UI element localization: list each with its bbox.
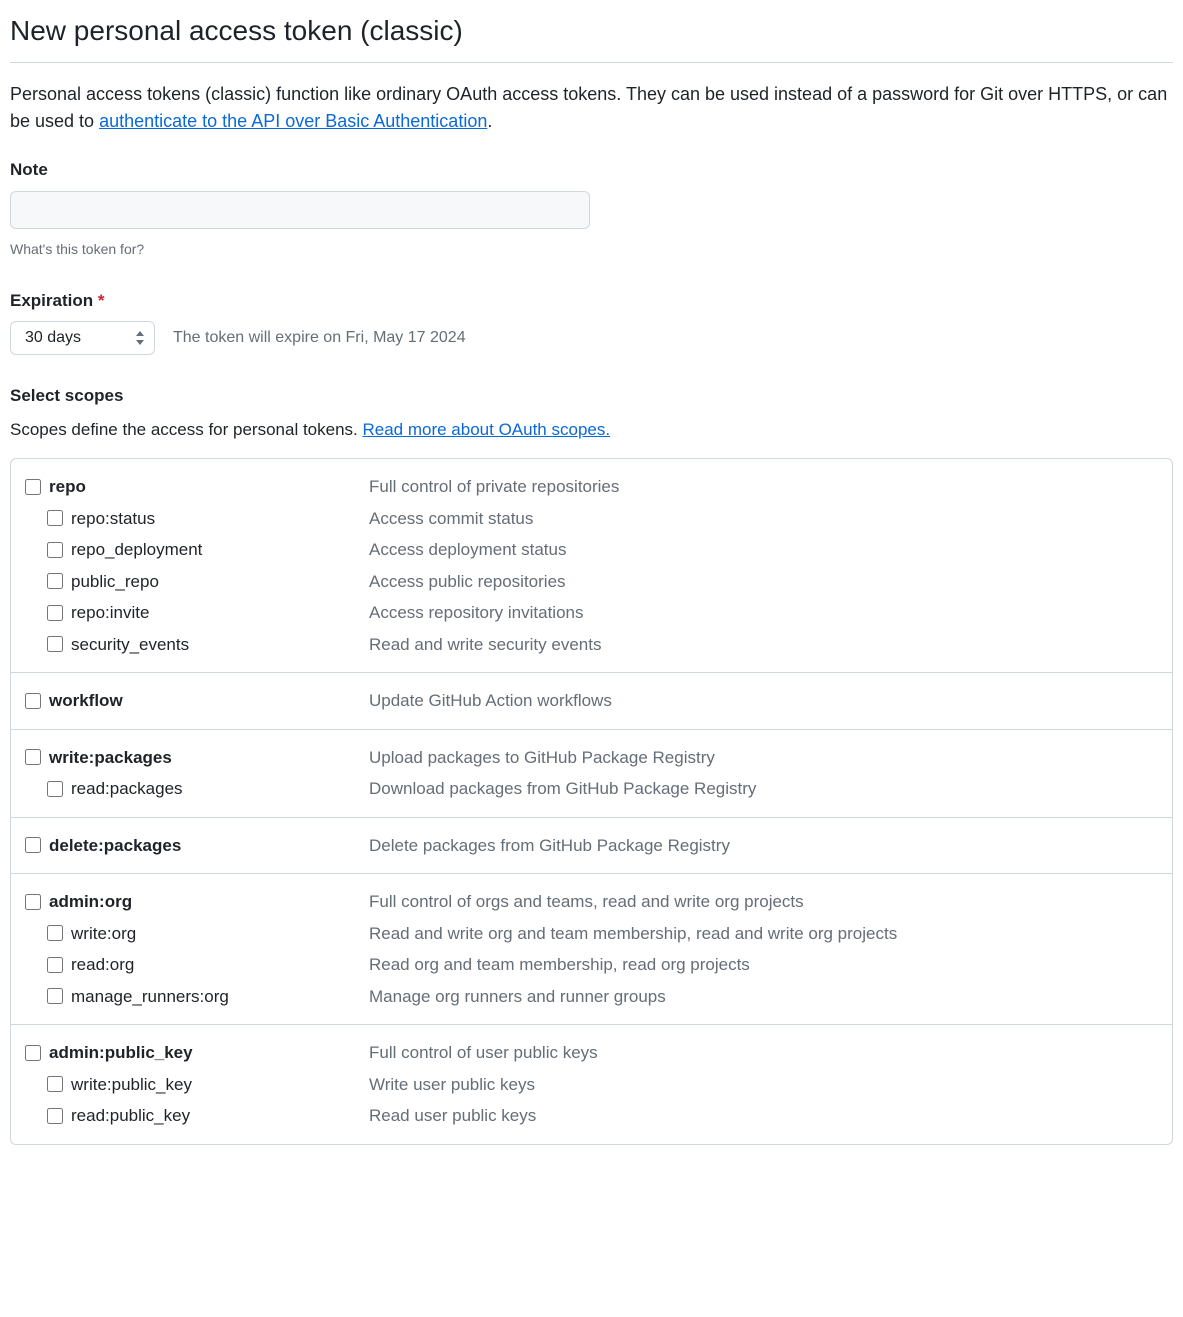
scopes-hint: Scopes define the access for personal to… bbox=[10, 417, 1173, 443]
scope-section: repoFull control of private repositories… bbox=[11, 459, 1172, 673]
scope-row-parent: delete:packagesDelete packages from GitH… bbox=[25, 830, 1158, 862]
scope-name: write:org bbox=[71, 921, 369, 947]
scope-name: public_repo bbox=[71, 569, 369, 595]
scope-desc: Access public repositories bbox=[369, 569, 1158, 595]
expiration-expiry-text: The token will expire on Fri, May 17 202… bbox=[173, 326, 466, 350]
scope-name: write:public_key bbox=[71, 1072, 369, 1098]
scope-name: admin:public_key bbox=[49, 1040, 369, 1066]
description-text-after: . bbox=[487, 111, 492, 131]
scope-name: read:public_key bbox=[71, 1103, 369, 1129]
scope-desc: Access commit status bbox=[369, 506, 1158, 532]
scope-checkbox[interactable] bbox=[47, 1108, 63, 1124]
scope-name: read:packages bbox=[71, 776, 369, 802]
scopes-hint-before: Scopes define the access for personal to… bbox=[10, 420, 362, 439]
scope-desc: Manage org runners and runner groups bbox=[369, 984, 1158, 1010]
scope-desc: Read user public keys bbox=[369, 1103, 1158, 1129]
scope-name: repo_deployment bbox=[71, 537, 369, 563]
scope-checkbox[interactable] bbox=[47, 510, 63, 526]
scope-desc: Read and write org and team membership, … bbox=[369, 921, 1158, 947]
scope-desc: Upload packages to GitHub Package Regist… bbox=[369, 745, 1158, 771]
scope-name: manage_runners:org bbox=[71, 984, 369, 1010]
scope-section: write:packagesUpload packages to GitHub … bbox=[11, 730, 1172, 818]
scope-checkbox[interactable] bbox=[47, 1076, 63, 1092]
scope-desc: Full control of user public keys bbox=[369, 1040, 1158, 1066]
scope-row-child: write:public_keyWrite user public keys bbox=[25, 1069, 1158, 1101]
auth-api-link[interactable]: authenticate to the API over Basic Authe… bbox=[99, 111, 487, 131]
scope-row-child: manage_runners:orgManage org runners and… bbox=[25, 981, 1158, 1013]
scope-section: admin:orgFull control of orgs and teams,… bbox=[11, 874, 1172, 1025]
expiration-select[interactable]: 30 days bbox=[10, 321, 155, 355]
scopes-box: repoFull control of private repositories… bbox=[10, 458, 1173, 1145]
scope-checkbox[interactable] bbox=[47, 957, 63, 973]
scope-desc: Full control of private repositories bbox=[369, 474, 1158, 500]
scope-checkbox[interactable] bbox=[47, 636, 63, 652]
scope-desc: Read org and team membership, read org p… bbox=[369, 952, 1158, 978]
scope-desc: Full control of orgs and teams, read and… bbox=[369, 889, 1158, 915]
scope-row-child: repo:statusAccess commit status bbox=[25, 503, 1158, 535]
scope-checkbox[interactable] bbox=[25, 837, 41, 853]
scope-row-parent: admin:orgFull control of orgs and teams,… bbox=[25, 886, 1158, 918]
scope-name: write:packages bbox=[49, 745, 369, 771]
scope-checkbox[interactable] bbox=[25, 693, 41, 709]
scope-row-child: public_repoAccess public repositories bbox=[25, 566, 1158, 598]
note-input[interactable] bbox=[10, 191, 590, 229]
scope-checkbox[interactable] bbox=[25, 894, 41, 910]
scope-name: repo bbox=[49, 474, 369, 500]
scope-name: admin:org bbox=[49, 889, 369, 915]
scope-checkbox[interactable] bbox=[25, 479, 41, 495]
scope-checkbox[interactable] bbox=[47, 542, 63, 558]
expiration-label-text: Expiration bbox=[10, 291, 93, 310]
scope-desc: Download packages from GitHub Package Re… bbox=[369, 776, 1158, 802]
scope-checkbox[interactable] bbox=[47, 781, 63, 797]
scope-name: workflow bbox=[49, 688, 369, 714]
required-marker: * bbox=[98, 291, 105, 310]
scope-desc: Update GitHub Action workflows bbox=[369, 688, 1158, 714]
scope-name: security_events bbox=[71, 632, 369, 658]
scope-row-child: read:orgRead org and team membership, re… bbox=[25, 949, 1158, 981]
scope-checkbox[interactable] bbox=[25, 1045, 41, 1061]
scopes-label: Select scopes bbox=[10, 383, 1173, 409]
scope-desc: Access deployment status bbox=[369, 537, 1158, 563]
note-hint: What's this token for? bbox=[10, 239, 1173, 260]
scope-row-child: write:orgRead and write org and team mem… bbox=[25, 918, 1158, 950]
scope-section: delete:packagesDelete packages from GitH… bbox=[11, 818, 1172, 875]
scope-name: repo:invite bbox=[71, 600, 369, 626]
scope-name: repo:status bbox=[71, 506, 369, 532]
scope-row-child: security_eventsRead and write security e… bbox=[25, 629, 1158, 661]
scope-row-parent: admin:public_keyFull control of user pub… bbox=[25, 1037, 1158, 1069]
scope-checkbox[interactable] bbox=[47, 988, 63, 1004]
scope-checkbox[interactable] bbox=[47, 925, 63, 941]
scope-section: admin:public_keyFull control of user pub… bbox=[11, 1025, 1172, 1144]
scope-row-child: repo:inviteAccess repository invitations bbox=[25, 597, 1158, 629]
scope-checkbox[interactable] bbox=[47, 573, 63, 589]
page-description: Personal access tokens (classic) functio… bbox=[10, 81, 1173, 135]
scope-checkbox[interactable] bbox=[47, 605, 63, 621]
scope-row-child: read:public_keyRead user public keys bbox=[25, 1100, 1158, 1132]
scope-row-parent: write:packagesUpload packages to GitHub … bbox=[25, 742, 1158, 774]
page-title: New personal access token (classic) bbox=[10, 10, 1173, 63]
scope-name: read:org bbox=[71, 952, 369, 978]
scope-row-parent: repoFull control of private repositories bbox=[25, 471, 1158, 503]
scope-row-parent: workflowUpdate GitHub Action workflows bbox=[25, 685, 1158, 717]
scopes-hint-link[interactable]: Read more about OAuth scopes. bbox=[362, 420, 610, 439]
expiration-selected-value: 30 days bbox=[25, 329, 81, 346]
scope-checkbox[interactable] bbox=[25, 749, 41, 765]
scope-desc: Read and write security events bbox=[369, 632, 1158, 658]
scope-name: delete:packages bbox=[49, 833, 369, 859]
scope-desc: Delete packages from GitHub Package Regi… bbox=[369, 833, 1158, 859]
note-label: Note bbox=[10, 157, 1173, 183]
scope-row-child: read:packagesDownload packages from GitH… bbox=[25, 773, 1158, 805]
scope-desc: Access repository invitations bbox=[369, 600, 1158, 626]
scope-desc: Write user public keys bbox=[369, 1072, 1158, 1098]
scope-section: workflowUpdate GitHub Action workflows bbox=[11, 673, 1172, 730]
scope-row-child: repo_deploymentAccess deployment status bbox=[25, 534, 1158, 566]
expiration-label: Expiration * bbox=[10, 288, 1173, 314]
